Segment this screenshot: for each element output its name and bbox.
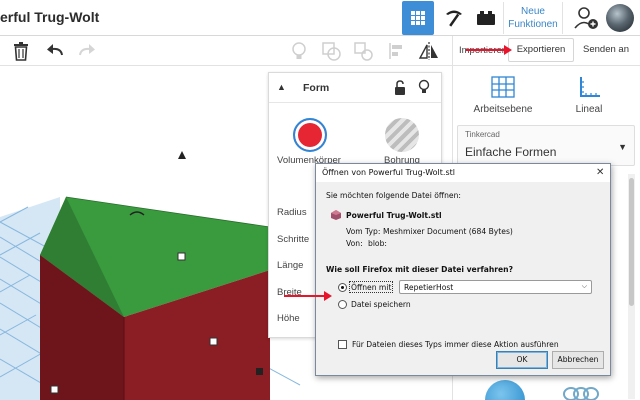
resize-handle[interactable] xyxy=(209,337,218,346)
open-with-app-select[interactable]: RepetierHost ⌵ xyxy=(399,280,592,294)
sphere-shape[interactable] xyxy=(485,380,525,400)
top-bar: erful Trug-Wolt Neue Funktionen xyxy=(0,0,640,36)
dialog-titlebar: Öffnen von Powerful Trug-Wolt.stl ✕ xyxy=(316,164,610,182)
chevron-down-icon: ⌵ xyxy=(581,282,587,290)
open-with-radio[interactable] xyxy=(338,283,347,292)
export-button[interactable]: Exportieren xyxy=(508,38,574,62)
design-title[interactable]: erful Trug-Wolt xyxy=(0,9,99,25)
ok-button[interactable]: OK xyxy=(496,351,548,369)
close-icon[interactable]: ✕ xyxy=(596,167,604,178)
trash-icon[interactable] xyxy=(10,40,32,62)
import-button[interactable]: Importieren xyxy=(459,36,507,66)
shape-library-select[interactable]: Tinkercad Einfache Formen ▼ xyxy=(457,125,635,166)
sidebar-scrollbar[interactable] xyxy=(628,174,635,399)
pickaxe-icon[interactable] xyxy=(442,6,466,30)
collapse-icon[interactable]: ▲ xyxy=(277,82,286,92)
lightbulb-icon[interactable] xyxy=(288,40,310,62)
solid-color-swatch[interactable] xyxy=(293,118,327,152)
ruler-icon xyxy=(580,77,600,97)
dialog-body: Sie möchten folgende Datei öffnen: Power… xyxy=(316,182,610,375)
avatar[interactable] xyxy=(606,4,634,32)
undo-icon[interactable] xyxy=(44,40,66,62)
remember-action-checkbox[interactable] xyxy=(338,340,347,349)
3d-view-button[interactable] xyxy=(402,1,434,35)
lift-handle[interactable] xyxy=(178,151,186,159)
inspector-header: ▲ Form xyxy=(269,73,441,103)
edit-toolbar xyxy=(0,36,452,66)
workplane-tool[interactable]: Arbeitsebene xyxy=(463,74,543,115)
coil-shape[interactable] xyxy=(561,382,601,400)
field-radius[interactable]: Radius xyxy=(277,207,307,218)
lightbulb-icon[interactable] xyxy=(417,79,431,95)
open-file-dialog: Öffnen von Powerful Trug-Wolt.stl ✕ Sie … xyxy=(315,163,611,376)
field-height[interactable]: Höhe xyxy=(277,313,300,324)
align-icon[interactable] xyxy=(386,40,408,62)
field-length[interactable]: Länge xyxy=(277,260,303,271)
bricks-icon[interactable] xyxy=(474,6,498,30)
scrollbar-thumb[interactable] xyxy=(629,178,634,306)
resize-handle[interactable] xyxy=(256,368,263,375)
mirror-icon[interactable] xyxy=(418,40,440,62)
annotation-arrow-open-with xyxy=(284,291,332,301)
caret-down-icon: ▼ xyxy=(618,142,627,152)
grid-icon xyxy=(411,11,425,25)
new-features-button[interactable]: Neue Funktionen xyxy=(503,2,563,34)
workplane-icon xyxy=(491,76,515,98)
group-icon[interactable] xyxy=(320,40,342,62)
add-user-icon[interactable] xyxy=(573,5,599,31)
redo-icon[interactable] xyxy=(76,40,98,62)
send-to-button[interactable]: Senden an xyxy=(576,38,636,62)
resize-handle[interactable] xyxy=(50,385,59,394)
file-type-icon xyxy=(331,210,341,220)
hole-swatch[interactable] xyxy=(385,118,419,152)
save-file-radio[interactable] xyxy=(338,300,347,309)
ruler-tool[interactable]: Lineal xyxy=(549,74,629,115)
ungroup-icon[interactable] xyxy=(352,40,374,62)
resize-handle[interactable] xyxy=(177,252,186,261)
field-steps[interactable]: Schritte xyxy=(277,234,309,245)
annotation-arrow-export xyxy=(466,45,512,55)
cancel-button[interactable]: Abbrechen xyxy=(552,351,604,369)
unlock-icon[interactable] xyxy=(393,80,407,96)
